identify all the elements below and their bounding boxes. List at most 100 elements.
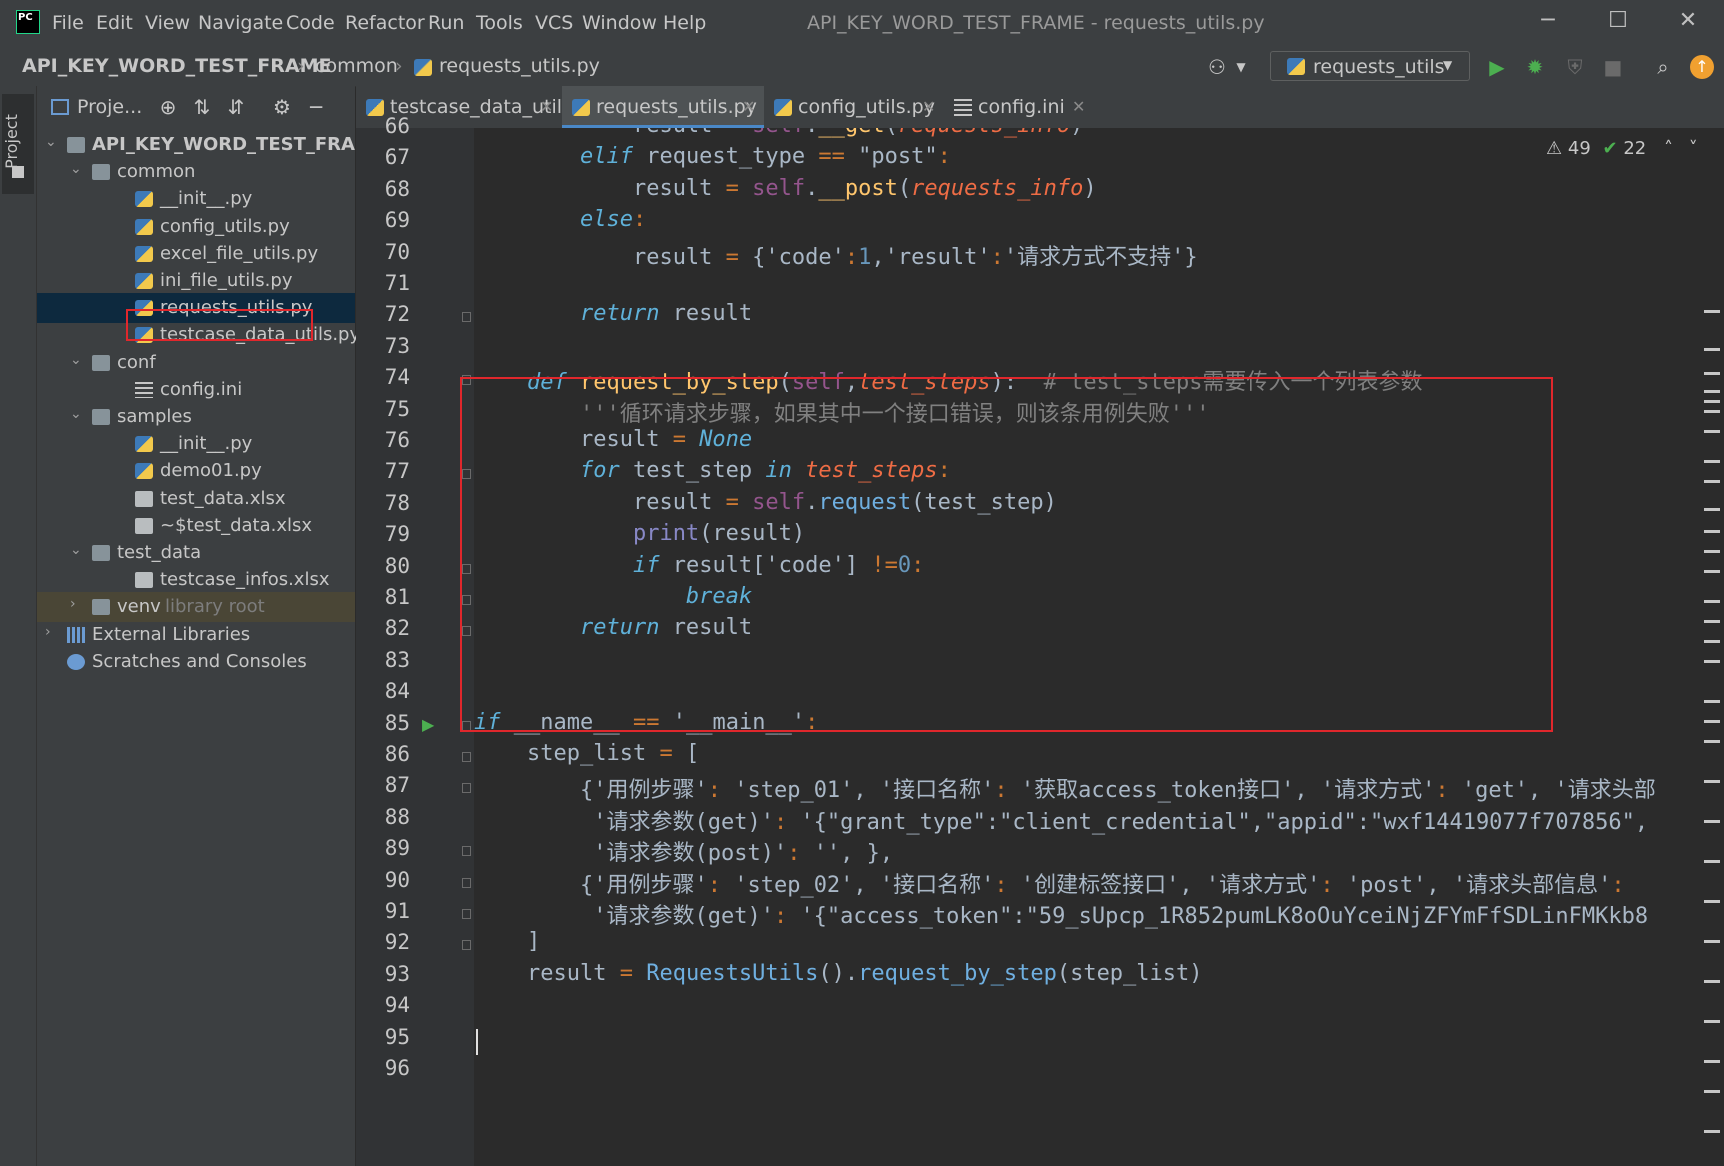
tree-item[interactable]: config_utils.py — [37, 212, 355, 242]
editor-tab[interactable]: config_utils.py ✕ — [764, 86, 944, 128]
stripe-marker[interactable] — [1704, 410, 1720, 413]
editor-tab[interactable]: config.ini ✕ — [944, 86, 1094, 128]
chevron-up-icon[interactable]: ˄ — [1664, 138, 1673, 159]
collapse-all-icon[interactable]: ⇵ — [223, 94, 249, 120]
close-icon[interactable]: ✕ — [1072, 97, 1085, 116]
stripe-marker[interactable] — [1704, 508, 1720, 511]
stripe-marker[interactable] — [1704, 660, 1720, 663]
code-line[interactable]: {'用例步骤': 'step_01', '接口名称': '获取access_to… — [474, 772, 1656, 806]
tree-item[interactable]: demo01.py — [37, 456, 355, 486]
fold-marker-icon[interactable] — [462, 752, 471, 762]
chevron-down-icon[interactable]: ⌄ — [70, 542, 82, 558]
error-stripe[interactable] — [1704, 300, 1724, 1166]
code-line[interactable]: else: — [474, 207, 646, 241]
menu-help[interactable]: Help — [663, 12, 706, 34]
run-configuration-select[interactable]: requests_utils ▼ — [1270, 51, 1470, 81]
code-line[interactable]: {'用例步骤': 'step_02', '接口名称': '创建标签接口', '请… — [474, 867, 1625, 901]
stripe-marker[interactable] — [1704, 400, 1720, 403]
stripe-marker[interactable] — [1704, 600, 1720, 603]
coverage-icon[interactable]: ⛨ — [1562, 54, 1588, 80]
stripe-marker[interactable] — [1704, 740, 1720, 743]
chevron-down-icon[interactable]: ⌄ — [70, 161, 82, 177]
chevron-down-icon[interactable]: ▼ — [1228, 54, 1254, 80]
inspection-widget[interactable]: ⚠ 49 ✔ 22 ˄ ˅ — [1546, 138, 1698, 159]
expand-all-icon[interactable]: ⇅ — [189, 94, 215, 120]
menu-view[interactable]: View — [145, 12, 190, 34]
search-icon[interactable]: ⌕ — [1650, 54, 1676, 80]
project-view-select[interactable]: Proje... — [77, 96, 142, 118]
stripe-marker[interactable] — [1704, 720, 1720, 723]
tree-item[interactable]: config.ini — [37, 375, 355, 405]
tree-item[interactable]: ini_file_utils.py — [37, 266, 355, 296]
tree-item[interactable]: › External Libraries — [37, 620, 355, 650]
stripe-marker[interactable] — [1704, 1130, 1720, 1133]
fold-marker-icon[interactable] — [462, 846, 471, 857]
close-icon[interactable]: ✕ — [922, 97, 935, 116]
stripe-marker[interactable] — [1704, 620, 1720, 623]
stop-icon[interactable]: ■ — [1600, 54, 1626, 80]
stripe-marker[interactable] — [1704, 780, 1720, 783]
close-icon[interactable]: ✕ — [540, 97, 553, 116]
stripe-marker[interactable] — [1704, 820, 1720, 823]
stripe-marker[interactable] — [1704, 1060, 1720, 1063]
tree-item[interactable]: ⌄ API_KEY_WORD_TEST_FRAM — [37, 130, 373, 160]
stripe-marker[interactable] — [1704, 348, 1720, 351]
code-line[interactable]: result = self.__post(requests_info) — [474, 176, 1097, 210]
fold-marker-icon[interactable] — [462, 783, 471, 794]
hide-panel-icon[interactable]: ─ — [303, 94, 329, 120]
breadcrumb-project[interactable]: API_KEY_WORD_TEST_FRAME — [22, 55, 331, 77]
stripe-marker[interactable] — [1704, 980, 1720, 983]
chevron-right-icon[interactable]: › — [70, 596, 76, 612]
menu-window[interactable]: Window — [582, 12, 657, 34]
stripe-marker[interactable] — [1704, 372, 1720, 375]
fold-marker-icon[interactable] — [462, 940, 471, 951]
stripe-marker[interactable] — [1704, 640, 1720, 643]
tree-item[interactable]: › venv library root — [37, 592, 355, 623]
locate-icon[interactable]: ⊕ — [155, 94, 181, 120]
run-icon[interactable]: ▶ — [1484, 54, 1510, 80]
fold-marker-icon[interactable] — [462, 312, 471, 323]
code-line[interactable]: '请求参数(post)': '', }, — [474, 835, 893, 869]
stripe-marker[interactable] — [1704, 460, 1720, 463]
stripe-marker[interactable] — [1704, 1020, 1720, 1023]
project-tool-tab[interactable]: Project — [2, 94, 34, 194]
menu-tools[interactable]: Tools — [476, 12, 523, 34]
stripe-marker[interactable] — [1704, 430, 1720, 433]
code-line[interactable]: ] — [474, 929, 540, 963]
menu-code[interactable]: Code — [286, 12, 335, 34]
tree-item[interactable]: __init__.py — [37, 184, 355, 214]
tree-item[interactable]: ⌄ conf — [37, 348, 355, 378]
menu-navigate[interactable]: Navigate — [198, 12, 283, 34]
stripe-marker[interactable] — [1704, 940, 1720, 943]
close-window-button[interactable]: ✕ — [1668, 8, 1708, 38]
editor-tab[interactable]: requests_utils.py ✕ — [562, 86, 764, 128]
code-line[interactable]: return result — [474, 301, 752, 335]
stripe-marker[interactable] — [1704, 900, 1720, 903]
close-icon[interactable]: ✕ — [742, 97, 755, 116]
code-line[interactable]: elif request_type == "post": — [474, 144, 951, 178]
menu-refactor[interactable]: Refactor — [345, 12, 425, 34]
stripe-marker[interactable] — [1704, 550, 1720, 553]
run-gutter-icon[interactable]: ▶ — [422, 715, 434, 734]
menu-edit[interactable]: Edit — [96, 12, 133, 34]
fold-marker-icon[interactable] — [462, 877, 471, 888]
code-line[interactable]: result = {'code':1,'result':'请求方式不支持'} — [474, 239, 1198, 273]
stripe-marker[interactable] — [1704, 390, 1720, 393]
tree-item[interactable]: ~$test_data.xlsx — [37, 511, 355, 541]
stripe-marker[interactable] — [1704, 480, 1720, 483]
gear-icon[interactable]: ⚙ — [269, 94, 295, 120]
menu-vcs[interactable]: VCS — [535, 12, 573, 34]
code-line[interactable]: '请求参数(get)': '{"grant_type":"client_cred… — [474, 804, 1648, 838]
stripe-marker[interactable] — [1704, 570, 1720, 573]
update-icon[interactable]: ↑ — [1690, 55, 1714, 79]
tree-item[interactable]: ⌄ test_data — [37, 538, 355, 568]
tree-item[interactable]: Scratches and Consoles — [37, 647, 355, 677]
tree-item[interactable]: ⌄ common — [37, 157, 355, 187]
fold-marker-icon[interactable] — [462, 909, 471, 919]
debug-icon[interactable]: ✹ — [1522, 54, 1548, 80]
stripe-marker[interactable] — [1704, 1090, 1720, 1093]
breadcrumb-folder[interactable]: common — [315, 55, 398, 77]
chevron-down-icon[interactable]: ⌄ — [70, 352, 82, 368]
minimize-button[interactable]: ─ — [1528, 8, 1568, 38]
chevron-down-icon[interactable]: ⌄ — [70, 406, 82, 422]
